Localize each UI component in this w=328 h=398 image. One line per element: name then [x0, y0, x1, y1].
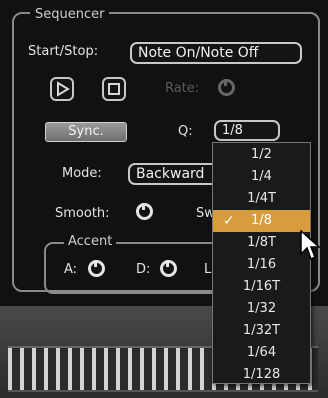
- q-option-label: 1/32: [246, 301, 277, 316]
- accent-l-label: L: [204, 262, 212, 277]
- q-option[interactable]: 1/32: [213, 298, 310, 320]
- accent-a-label: A:: [64, 262, 78, 277]
- q-option-label: 1/128: [242, 367, 281, 382]
- accent-d-knob[interactable]: [160, 260, 177, 277]
- q-option-label: 1/8T: [247, 235, 276, 250]
- q-option[interactable]: 1/128: [213, 364, 310, 386]
- start-stop-label: Start/Stop:: [28, 44, 99, 59]
- mode-select[interactable]: Backward: [128, 163, 224, 185]
- sequencer-group-title: Sequencer: [30, 7, 110, 22]
- rate-label: Rate:: [165, 81, 200, 96]
- q-option[interactable]: 1/4T: [213, 188, 310, 210]
- q-dropdown-list: 1/2 1/4 1/4T ✓ 1/8 1/8T 1/16 1/16T 1/32 …: [212, 142, 311, 384]
- rate-knob[interactable]: [218, 79, 235, 96]
- accent-a-knob[interactable]: [88, 260, 105, 277]
- q-option-label: 1/32T: [242, 323, 281, 338]
- play-icon: [57, 81, 70, 97]
- q-option-label: 1/4: [251, 169, 272, 184]
- q-option[interactable]: 1/16: [213, 254, 310, 276]
- q-option[interactable]: 1/4: [213, 166, 310, 188]
- q-option-label: 1/16T: [242, 279, 281, 294]
- start-stop-select[interactable]: Note On/Note Off: [130, 42, 302, 64]
- play-button[interactable]: [50, 77, 74, 101]
- mouse-cursor-icon: [300, 230, 320, 261]
- accent-d-label: D:: [136, 262, 151, 277]
- stop-icon: [108, 83, 120, 95]
- stop-button[interactable]: [102, 77, 126, 101]
- q-option[interactable]: 1/16T: [213, 276, 310, 298]
- q-option-label: 1/8: [251, 213, 272, 228]
- q-option-label: 1/64: [246, 345, 277, 360]
- q-option-selected[interactable]: ✓ 1/8: [213, 210, 310, 232]
- sync-button[interactable]: Sync.: [45, 122, 127, 142]
- q-select[interactable]: 1/8: [214, 120, 280, 141]
- q-option[interactable]: 1/64: [213, 342, 310, 364]
- smooth-label: Smooth:: [55, 206, 110, 221]
- q-option-label: 1/16: [246, 257, 277, 272]
- q-label: Q:: [178, 124, 193, 139]
- accent-group-title: Accent: [64, 234, 117, 249]
- checkmark-icon: ✓: [223, 213, 235, 229]
- q-option[interactable]: 1/32T: [213, 320, 310, 342]
- q-option-label: 1/4T: [247, 191, 276, 206]
- q-option-label: 1/2: [251, 147, 272, 162]
- q-option[interactable]: 1/8T: [213, 232, 310, 254]
- q-option[interactable]: 1/2: [213, 144, 310, 166]
- smooth-knob[interactable]: [136, 203, 153, 220]
- mode-label: Mode:: [62, 166, 102, 181]
